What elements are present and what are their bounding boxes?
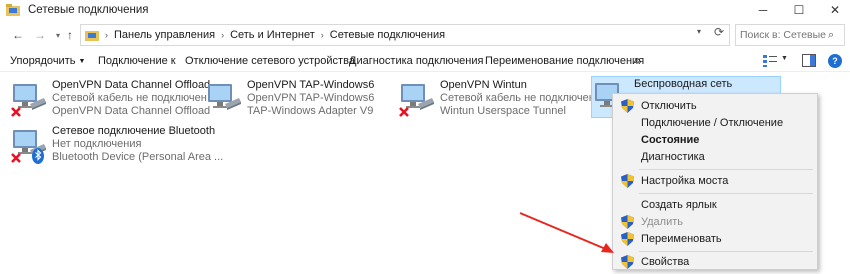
connection-device: Bluetooth Device (Personal Area ... — [52, 151, 224, 163]
connection-status: Сетевой кабель не подключен — [52, 92, 207, 104]
uac-shield-icon — [621, 99, 634, 113]
connection-text: OpenVPN TAP-Windows6 OpenVPN TAP-Windows6… — [247, 79, 374, 118]
menu-label: Свойства — [641, 256, 690, 268]
connection-status: Нет подключения — [52, 138, 142, 150]
address-bar[interactable]: › Панель управления › Сеть и Интернет › … — [80, 24, 730, 46]
red-x-icon — [11, 153, 21, 163]
context-menu: Отключить Подключение / Отключение Состо… — [612, 93, 818, 270]
menu-label: Удалить — [641, 216, 683, 228]
address-bar-row: ← → ▾ ↑ › Панель управления › Сеть и Инт… — [0, 23, 850, 47]
network-folder-icon — [6, 4, 20, 16]
connection-text: OpenVPN Wintun Сетевой кабель не подключе… — [440, 79, 595, 118]
disable-device-button[interactable]: Отключение сетевого устройства — [185, 55, 355, 67]
connection-name: OpenVPN Data Channel Offload — [52, 79, 211, 91]
diagnose-connection-button[interactable]: Диагностика подключения — [349, 55, 483, 67]
minimize-button[interactable]: ─ — [746, 0, 780, 20]
connection-device: TAP-Windows Adapter V9 — [247, 105, 374, 117]
menu-item-disable[interactable]: Отключить — [615, 97, 815, 115]
menu-item-diagnostics[interactable]: Диагностика — [615, 148, 815, 166]
title-bar: Сетевые подключения ─ ☐ ✕ — [0, 0, 850, 20]
connection-text: OpenVPN Data Channel Offload Сетевой кабе… — [52, 79, 210, 118]
search-input[interactable] — [740, 29, 828, 41]
monitor-network-icon — [11, 84, 46, 117]
back-button[interactable]: ← — [10, 27, 26, 43]
command-bar: Упорядочить ▼ Подключение к Отключение се… — [0, 50, 850, 72]
uac-shield-icon — [621, 174, 634, 188]
menu-label: Состояние — [641, 134, 700, 146]
menu-separator — [639, 251, 813, 252]
network-connections-window: Сетевые подключения ─ ☐ ✕ ← → ▾ ↑ › Пане… — [0, 0, 850, 274]
menu-label: Создать ярлык — [641, 199, 717, 211]
search-icon[interactable]: ⌕ — [828, 29, 834, 42]
breadcrumb-control-panel[interactable]: Панель управления — [114, 29, 215, 41]
menu-separator — [639, 193, 813, 194]
monitor-network-icon — [399, 84, 434, 117]
connection-item[interactable]: OpenVPN Data Channel Offload Сетевой кабе… — [10, 78, 210, 122]
connection-item[interactable]: OpenVPN Wintun Сетевой кабель не подключе… — [398, 78, 595, 122]
menu-item-create-shortcut[interactable]: Создать ярлык — [615, 196, 815, 214]
help-icon[interactable]: ? — [828, 54, 842, 68]
uac-shield-icon — [621, 215, 634, 229]
menu-item-bridge[interactable]: Настройка моста — [615, 172, 815, 190]
menu-label: Диагностика — [641, 151, 705, 163]
connection-item[interactable]: Сетевое подключение Bluetooth Нет подключ… — [10, 124, 223, 168]
menu-label: Отключить — [641, 100, 697, 112]
connect-to-button[interactable]: Подключение к — [98, 55, 176, 67]
red-x-icon — [399, 107, 409, 117]
menu-item-rename[interactable]: Переименовать — [615, 230, 815, 248]
monitor-network-icon — [208, 84, 241, 110]
up-button[interactable]: ↑ — [62, 27, 78, 43]
menu-separator — [639, 169, 813, 170]
connection-name: OpenVPN TAP-Windows6 — [247, 79, 375, 91]
search-box[interactable]: ⌕ — [735, 24, 845, 46]
more-commands-button[interactable]: » — [634, 53, 641, 67]
breadcrumb-separator[interactable]: › — [321, 30, 324, 40]
uac-shield-icon — [621, 255, 634, 269]
close-button[interactable]: ✕ — [818, 0, 850, 20]
connection-item[interactable]: OpenVPN TAP-Windows6 OpenVPN TAP-Windows6… — [205, 78, 385, 122]
connection-device: OpenVPN Data Channel Offload — [52, 105, 211, 117]
preview-pane-icon[interactable] — [802, 54, 816, 67]
connection-status: Сетевой кабель не подключен — [440, 92, 595, 104]
change-view-icon[interactable] — [762, 54, 778, 68]
address-dropdown-icon[interactable]: ▾ — [697, 27, 701, 36]
menu-item-connect-disconnect[interactable]: Подключение / Отключение — [615, 114, 815, 132]
network-folder-icon — [85, 31, 99, 41]
red-x-icon — [11, 107, 21, 117]
menu-label: Переименовать — [641, 233, 722, 245]
uac-shield-icon — [621, 232, 634, 246]
breadcrumb-network-internet[interactable]: Сеть и Интернет — [230, 29, 315, 41]
refresh-icon[interactable]: ⟳ — [714, 25, 724, 39]
rename-connection-button[interactable]: Переименование подключения — [485, 55, 644, 67]
breadcrumb-network-connections[interactable]: Сетевые подключения — [330, 29, 445, 41]
forward-button[interactable]: → — [32, 27, 48, 43]
connection-text: Сетевое подключение Bluetooth Нет подключ… — [52, 125, 223, 164]
organize-label: Упорядочить — [10, 55, 76, 67]
breadcrumb-separator[interactable]: › — [221, 30, 224, 40]
breadcrumb-separator[interactable]: › — [105, 30, 108, 40]
menu-label: Подключение / Отключение — [641, 117, 784, 129]
menu-item-properties[interactable]: Свойства — [615, 253, 815, 271]
view-options-chevron-icon[interactable]: ▼ — [781, 55, 788, 62]
connection-status: OpenVPN TAP-Windows6 — [247, 92, 375, 104]
menu-item-status[interactable]: Состояние — [615, 131, 815, 149]
maximize-button[interactable]: ☐ — [782, 0, 816, 20]
menu-item-delete[interactable]: Удалить — [615, 213, 815, 231]
connection-text: Беспроводная сеть — [634, 78, 732, 91]
organize-button[interactable]: Упорядочить ▼ — [10, 55, 85, 67]
connection-device: Wintun Userspace Tunnel — [440, 105, 566, 117]
connection-name: Сетевое подключение Bluetooth — [52, 125, 216, 137]
window-title: Сетевые подключения — [28, 4, 149, 16]
monitor-network-icon — [11, 130, 46, 164]
bluetooth-icon — [32, 148, 44, 164]
menu-label: Настройка моста — [641, 175, 729, 187]
connection-name: Беспроводная сеть — [634, 78, 733, 90]
connection-name: OpenVPN Wintun — [440, 79, 527, 91]
chevron-down-icon: ▼ — [78, 58, 86, 65]
